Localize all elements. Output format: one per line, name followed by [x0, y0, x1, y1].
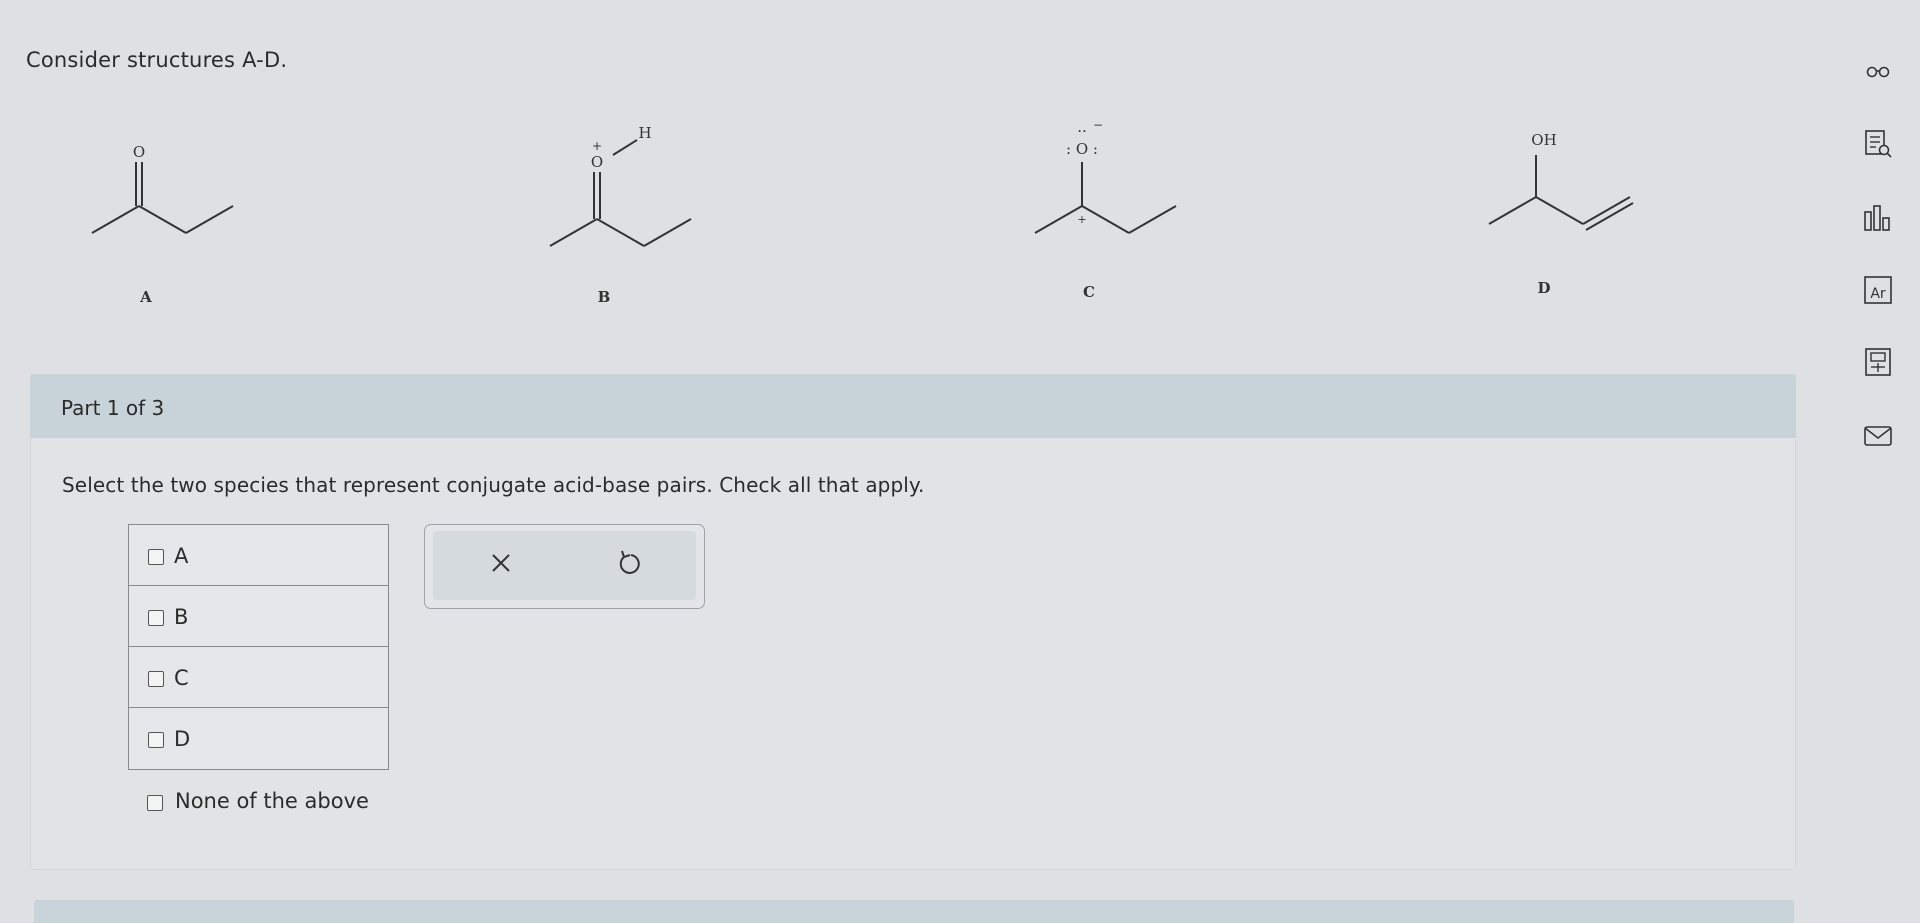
structure-d-hydroxyl: OH — [1531, 131, 1556, 149]
structure-a-oxygen: O — [133, 143, 145, 161]
checkbox-c[interactable] — [148, 671, 164, 687]
structure-b-label: B — [598, 288, 611, 306]
bar-chart-icon[interactable] — [1862, 202, 1894, 234]
structure-b-hydrogen: H — [638, 124, 651, 142]
part-label: Part 1 of 3 — [61, 396, 165, 420]
checkbox-b[interactable] — [148, 610, 164, 626]
none-of-the-above-label: None of the above — [175, 789, 369, 813]
checkbox-none[interactable] — [147, 795, 163, 811]
none-of-the-above-option[interactable]: None of the above — [128, 788, 428, 818]
choice-a[interactable]: A — [129, 525, 388, 586]
glasses-icon[interactable] — [1862, 56, 1894, 88]
answer-tools-inner — [433, 531, 696, 600]
structure-c-label: C — [1083, 283, 1095, 301]
question-prompt: Consider structures A-D. — [26, 48, 288, 72]
structure-b-oxygen: O — [591, 153, 603, 171]
structure-d-label: D — [1537, 279, 1550, 297]
structures-svg: O A O + H B : O : ·· − + C OH D — [91, 118, 1634, 306]
mail-icon[interactable] — [1862, 420, 1894, 452]
structures-figure: O A O + H B : O : ·· − + C OH D — [60, 110, 1660, 330]
choice-b-label: B — [174, 605, 189, 629]
answer-tools — [424, 524, 705, 609]
choice-c[interactable]: C — [129, 647, 388, 708]
reference-icon[interactable] — [1862, 128, 1894, 160]
structure-c-negative-charge: − — [1093, 118, 1103, 132]
checkbox-a[interactable] — [148, 549, 164, 565]
structure-a-label: A — [139, 288, 152, 306]
choice-d-label: D — [174, 727, 191, 751]
structure-c-lone-pair: ·· — [1077, 122, 1087, 140]
choice-c-label: C — [174, 666, 189, 690]
choice-a-label: A — [174, 544, 189, 568]
part-header: Part 1 of 3 — [30, 374, 1796, 438]
checkbox-d[interactable] — [148, 732, 164, 748]
periodic-table-icon[interactable]: Ar — [1862, 274, 1894, 306]
choice-d[interactable]: D — [129, 708, 388, 769]
undo-icon — [619, 550, 640, 574]
calculator-icon[interactable] — [1862, 346, 1894, 378]
answer-choices: A B C D — [128, 524, 389, 770]
next-part-header — [34, 900, 1794, 923]
structure-b: O + H B — [549, 124, 692, 306]
question-text: Select the two species that represent co… — [62, 473, 925, 497]
structure-c: : O : ·· − + C — [1034, 118, 1177, 301]
structure-a: O A — [91, 143, 234, 306]
structure-c-positive-charge: + — [1077, 213, 1086, 226]
structure-c-oxygen: : O : — [1066, 140, 1098, 158]
structure-b-charge: + — [592, 139, 602, 153]
structure-d: OH D — [1488, 131, 1634, 297]
reset-button[interactable] — [609, 545, 649, 581]
clear-button[interactable] — [481, 545, 521, 581]
svg-text:Ar: Ar — [1870, 286, 1886, 302]
x-icon — [492, 554, 510, 572]
choice-b[interactable]: B — [129, 586, 388, 647]
